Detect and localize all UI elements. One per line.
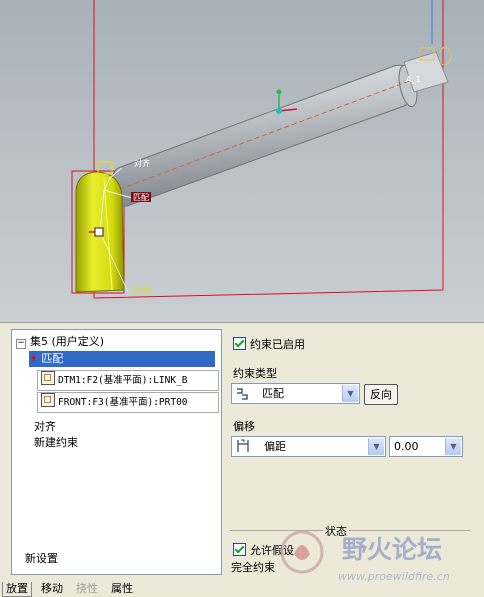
- annot-match-lower: 匹配: [133, 193, 149, 202]
- constraint-type-title: 约束类型: [233, 367, 277, 380]
- chevron-down-icon[interactable]: ▼: [445, 438, 461, 455]
- tab-bar: 放置 移动 挠性 属性: [0, 582, 484, 597]
- annot-match-upper: 对齐: [134, 158, 150, 168]
- constraint-item-align[interactable]: 对齐: [34, 419, 56, 435]
- assembly-graphics[interactable]: 对齐 匹配 A_1 0.00: [0, 0, 484, 322]
- reference-field-1[interactable]: DTM1:F2(基准平面):LINK_B: [37, 370, 219, 391]
- drag-handle[interactable]: [94, 227, 104, 237]
- watermark-logo: 野火论坛 www.proewildfire.cn: [276, 524, 480, 586]
- watermark-title: 野火论坛: [342, 535, 442, 564]
- datum-plane-icon: [41, 371, 55, 385]
- reference-field-2[interactable]: FRONT:F3(基准平面):PRT00: [37, 392, 219, 413]
- tab-placement[interactable]: 放置: [2, 582, 32, 597]
- minus-box-icon[interactable]: −: [16, 339, 26, 349]
- constraint-type-select[interactable]: 匹配 ▼: [231, 383, 360, 404]
- offset-value-input[interactable]: 0.00 ▼: [389, 436, 463, 457]
- new-set-item[interactable]: 新设置: [25, 551, 58, 567]
- offset-type-select[interactable]: 偏距 ▼: [231, 436, 386, 457]
- chevron-down-icon[interactable]: ▼: [368, 438, 384, 455]
- constraint-marker-icon: ✦: [29, 352, 39, 365]
- reverse-button[interactable]: 反向: [364, 384, 398, 405]
- constraint-selected-label: 匹配: [41, 352, 64, 365]
- set-node[interactable]: − 集5 (用户定义): [16, 334, 104, 350]
- checkbox-checked-icon: [233, 337, 246, 350]
- chevron-down-icon[interactable]: ▼: [342, 385, 358, 402]
- constraint-enabled-label: 约束已启用: [250, 338, 305, 351]
- reference-1-text: DTM1:F2(基准平面):LINK_B: [58, 375, 188, 386]
- constraint-enabled-checkbox[interactable]: 约束已启用: [233, 336, 305, 352]
- offset-value-text: 0.00: [394, 440, 419, 453]
- offset-type-value: 偏距: [264, 440, 286, 453]
- constraint-type-value: 匹配: [262, 387, 284, 400]
- model-viewport[interactable]: 对齐 匹配 A_1 0.00: [0, 0, 484, 322]
- axis-line: [111, 79, 413, 193]
- set-label: 集5 (用户定义): [30, 335, 105, 348]
- match-constraint-icon: [236, 387, 248, 400]
- reference-2-text: FRONT:F3(基准平面):PRT00: [58, 397, 188, 408]
- constraint-item-match[interactable]: ✦ 匹配: [29, 351, 215, 367]
- status-text: 完全约束: [231, 561, 275, 574]
- axis-label-end: A_1: [406, 75, 421, 84]
- offset-dimension-label: 0.00: [132, 286, 152, 296]
- checkbox-checked-icon: [233, 543, 246, 556]
- constraint-tree[interactable]: − 集5 (用户定义) ✦ 匹配 DTM1:F2(基准平面):LINK_B FRON…: [11, 329, 222, 575]
- offset-title: 偏移: [233, 420, 255, 433]
- offset-icon: [236, 439, 256, 453]
- datum-plane-icon: [41, 393, 55, 407]
- new-constraint-item[interactable]: 新建约束: [34, 435, 78, 451]
